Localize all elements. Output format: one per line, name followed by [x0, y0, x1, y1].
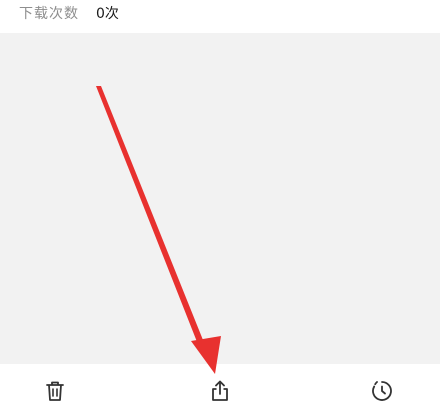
- share-icon: [212, 380, 228, 401]
- share-button[interactable]: [208, 379, 232, 403]
- history-icon: [372, 381, 392, 401]
- file-detail-page: 下载次数 0次: [0, 0, 440, 411]
- download-count-row: 下载次数 0次: [0, 0, 440, 33]
- history-button[interactable]: [370, 379, 394, 403]
- download-count-value: 0次: [96, 6, 119, 22]
- trash-icon: [46, 381, 64, 401]
- download-count-label: 下载次数: [19, 6, 79, 22]
- delete-button[interactable]: [43, 379, 67, 403]
- file-preview-area: [0, 33, 440, 364]
- bottom-toolbar: [0, 364, 440, 411]
